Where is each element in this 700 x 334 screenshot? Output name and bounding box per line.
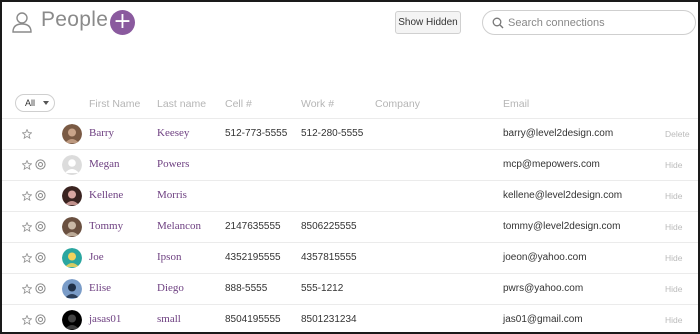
avatar [62,155,82,175]
star-icon[interactable] [22,222,32,232]
first-name-link[interactable]: jasas01 [89,313,121,325]
people-page: People + Show Hidden All First Name Last… [0,0,700,334]
column-email[interactable]: Email [503,98,529,110]
column-company[interactable]: Company [375,98,420,110]
avatar [62,217,82,237]
email: jas01@gmail.com [503,314,583,325]
star-icon[interactable] [22,253,32,263]
last-name-link[interactable]: small [157,313,181,325]
hidden-circle-icon[interactable] [35,159,46,170]
cell-number: 2147635555 [225,221,281,232]
cell-number: 8504195555 [225,314,281,325]
hidden-circle-icon[interactable] [35,283,46,294]
hidden-circle-icon[interactable] [35,221,46,232]
last-name-link[interactable]: Powers [157,158,189,170]
email: tommy@level2design.com [503,221,621,232]
email: barry@level2design.com [503,128,614,139]
table-row[interactable]: Megan Powers mcp@mepowers.com Hide [2,149,698,180]
avatar [62,310,82,330]
first-name-link[interactable]: Joe [89,251,104,263]
table-row[interactable]: Barry Keesey 512-773-5555 512-280-5555 barry… [2,118,698,149]
star-icon[interactable] [22,191,32,201]
cell-number: 888-5555 [225,283,268,294]
last-name-link[interactable]: Diego [157,282,184,294]
avatar [62,248,82,268]
cell-number: 512-773-5555 [225,128,288,139]
column-last-name[interactable]: Last name [157,98,206,110]
table-row[interactable]: Tommy Melancon 2147635555 8506225555 tommy@l… [2,211,698,242]
hidden-circle-icon[interactable] [35,314,46,325]
last-name-link[interactable]: Melancon [157,220,201,232]
first-name-link[interactable]: Kellene [89,189,123,201]
email: kellene@level2design.com [503,190,623,201]
search-icon [492,17,504,29]
avatar [62,279,82,299]
star-icon[interactable] [22,160,32,170]
table-row[interactable]: jasas01 small 8504195555 8501231234 jas01@gm… [2,304,698,332]
star-icon[interactable] [22,129,32,139]
hide-link[interactable]: Hide [665,160,682,170]
first-name-link[interactable]: Tommy [89,220,123,232]
hide-link[interactable]: Hide [665,253,682,263]
star-icon[interactable] [22,284,32,294]
header: People + Show Hidden [2,2,698,52]
search-input[interactable] [508,14,688,32]
table-row[interactable]: Kellene Morris kellene@level2design.com Hid… [2,180,698,211]
last-name-link[interactable]: Ipson [157,251,181,263]
person-icon [12,12,32,33]
cell-number: 4352195555 [225,252,281,263]
first-name-link[interactable]: Barry [89,127,114,139]
avatar [62,186,82,206]
hidden-circle-icon[interactable] [35,190,46,201]
avatar [62,124,82,144]
hide-link[interactable]: Hide [665,222,682,232]
email: pwrs@yahoo.com [503,283,584,294]
work-number: 512-280-5555 [301,128,364,139]
add-person-button[interactable]: + [110,10,135,35]
page-title: People [41,8,109,31]
caret-down-icon [43,101,49,105]
filter-label: All [25,98,36,108]
last-name-link[interactable]: Morris [157,189,187,201]
work-number: 8506225555 [301,221,357,232]
hide-link[interactable]: Hide [665,191,682,201]
first-name-link[interactable]: Megan [89,158,120,170]
hide-link[interactable]: Hide [665,284,682,294]
first-name-link[interactable]: Elise [89,282,111,294]
table-row[interactable]: Joe Ipson 4352195555 4357815555 joeon@yahoo.… [2,242,698,273]
column-work[interactable]: Work # [301,98,334,110]
column-cell[interactable]: Cell # [225,98,252,110]
hide-link[interactable]: Hide [665,315,682,325]
search-box [482,10,696,35]
work-number: 8501231234 [301,314,357,325]
show-hidden-button[interactable]: Show Hidden [395,11,461,34]
table-row[interactable]: Elise Diego 888-5555 555-1212 pwrs@yahoo.com… [2,273,698,304]
delete-link[interactable]: Delete [665,129,690,139]
email: mcp@mepowers.com [503,159,600,170]
column-first-name[interactable]: First Name [89,98,140,110]
last-name-link[interactable]: Keesey [157,127,189,139]
hidden-circle-icon[interactable] [35,252,46,263]
work-number: 555-1212 [301,283,344,294]
work-number: 4357815555 [301,252,357,263]
email: joeon@yahoo.com [503,252,587,263]
column-header-row: All First Name Last name Cell # Work # C… [2,92,698,118]
star-icon[interactable] [22,315,32,325]
filter-dropdown[interactable]: All [15,94,55,112]
